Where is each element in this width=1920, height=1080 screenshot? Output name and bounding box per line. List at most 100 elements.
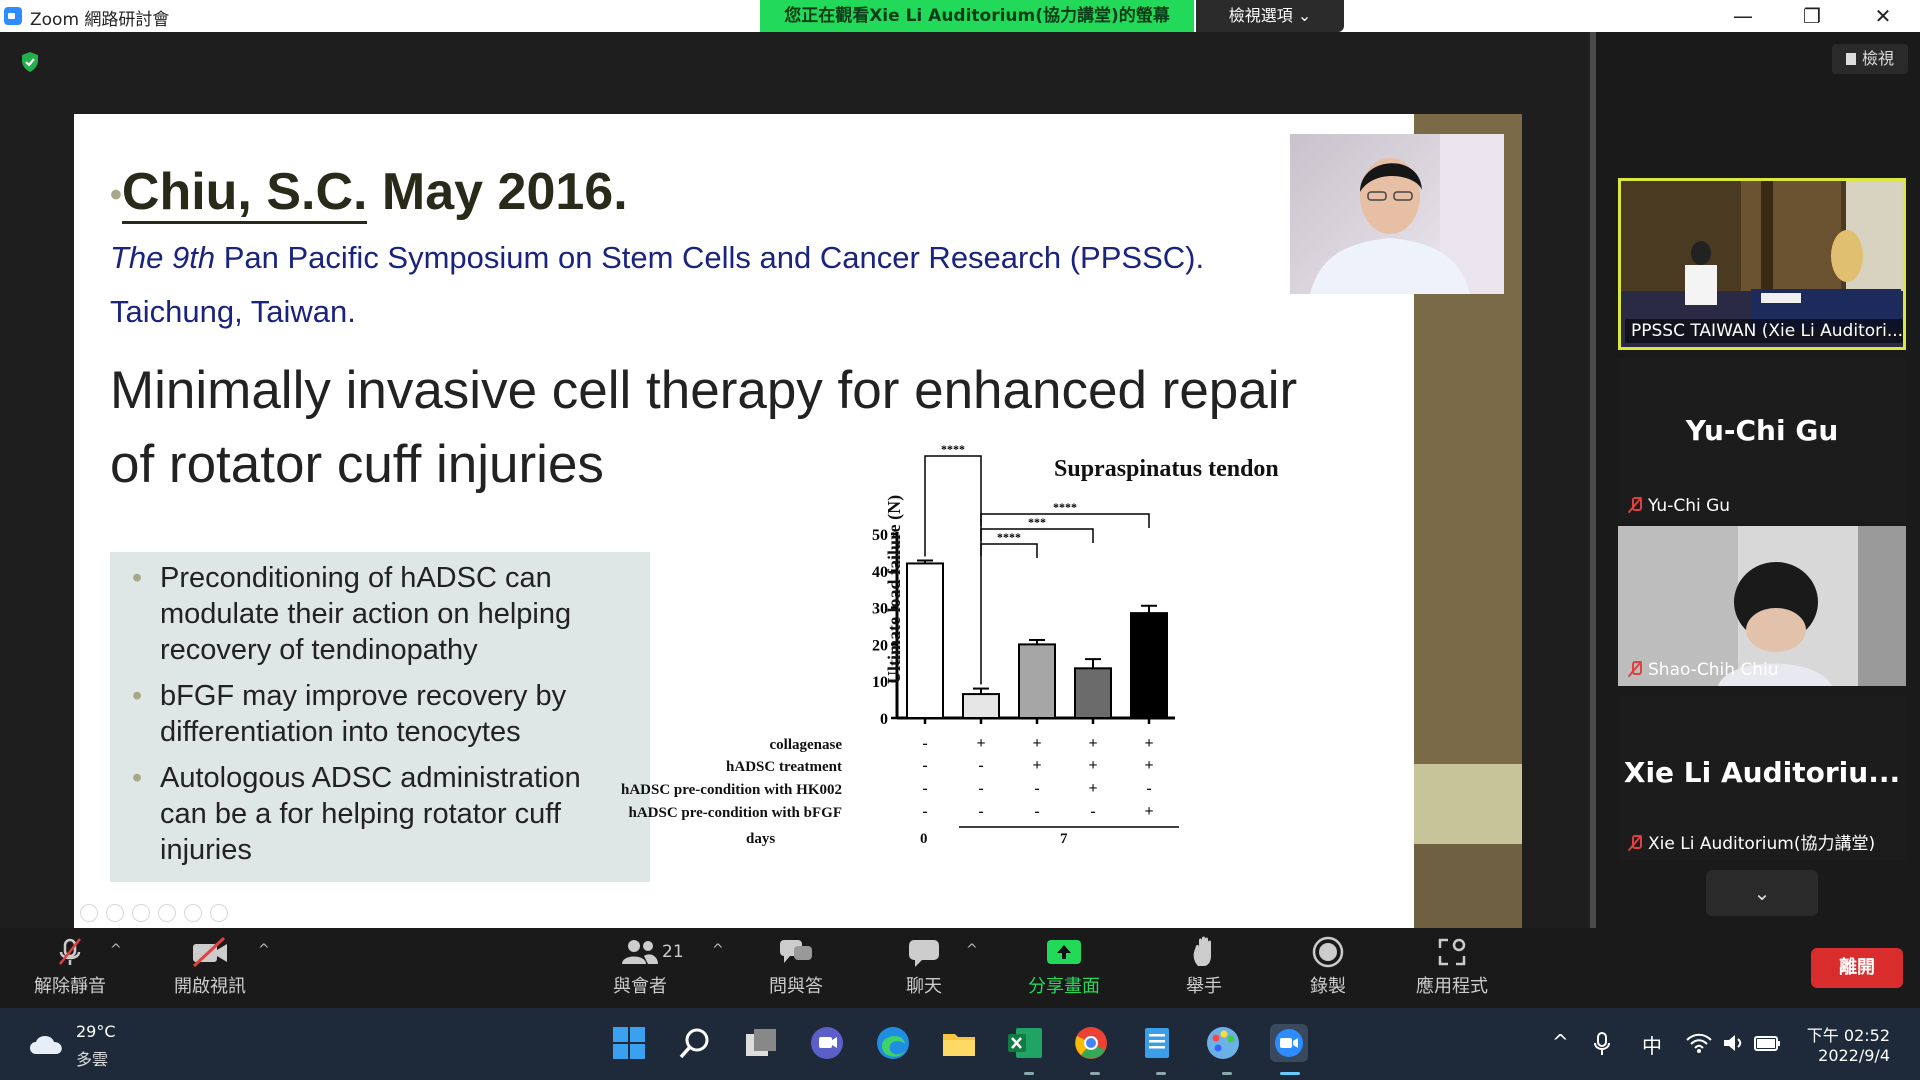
mic-muted-icon <box>1628 835 1642 851</box>
weather-temperature[interactable]: 29°C <box>76 1022 116 1041</box>
record-button[interactable]: 錄製 <box>1292 936 1364 1000</box>
qa-button[interactable]: 問與答 <box>758 936 834 1000</box>
zoom-logo-icon <box>4 7 22 25</box>
edge-browser-icon[interactable] <box>874 1024 912 1062</box>
finding-item: bFGF may improve recovery by differentia… <box>132 678 630 750</box>
chat-button[interactable]: 聊天 <box>886 936 962 1000</box>
day-value: 0 <box>920 831 928 847</box>
restore-button[interactable]: ❐ <box>1783 0 1841 32</box>
findings-box: Preconditioning of hADSC can modulate th… <box>110 552 650 882</box>
participant-tile-shao-chih-chiu[interactable]: Shao-Chih Chiu <box>1618 526 1906 686</box>
condition-value: - <box>1090 803 1096 820</box>
audio-options-caret[interactable]: ^ <box>110 942 122 958</box>
windows-start-icon[interactable] <box>610 1024 648 1062</box>
participants-icon <box>622 940 658 964</box>
minimize-button[interactable]: — <box>1714 0 1772 32</box>
slide-zoom-icon[interactable] <box>184 904 202 922</box>
condition-value: - <box>1034 780 1040 797</box>
condition-value: - <box>978 757 984 774</box>
day-value: 7 <box>1060 831 1068 847</box>
chart-bar <box>1130 612 1168 719</box>
participant-tile-xie-li-auditorium[interactable]: Xie Li Auditoriu... Xie Li Auditorium(協力… <box>1618 696 1906 860</box>
paint-icon[interactable] <box>1204 1024 1242 1062</box>
zoom-app-icon[interactable] <box>1270 1024 1308 1062</box>
meeting-toolbar: 解除靜音 ^ 開啟視訊 ^ 與會者 21 ^ 問與答 聊天 ^ 分享畫面 舉手 … <box>0 928 1920 1008</box>
chart-y-tick-label: 0 <box>880 711 888 728</box>
condition-value: + <box>1144 757 1154 774</box>
condition-value: + <box>1032 757 1042 774</box>
presentation-date: May 2016. <box>367 163 628 221</box>
security-shield-icon[interactable] <box>18 50 42 74</box>
teams-chat-icon[interactable] <box>808 1024 846 1062</box>
chart-significance-label: **** <box>997 530 1021 544</box>
chat-options-caret[interactable]: ^ <box>966 942 978 958</box>
clock-time[interactable]: 下午 02:52 <box>1806 1022 1890 1046</box>
chart-title: Supraspinatus tendon <box>1054 456 1279 482</box>
slide-more-icon[interactable] <box>210 904 228 922</box>
video-options-caret[interactable]: ^ <box>258 942 270 958</box>
participant-name: Xie Li Auditorium(協力講堂) <box>1648 834 1876 854</box>
chevron-up-icon[interactable]: ^ <box>1552 1030 1569 1054</box>
task-view-icon[interactable] <box>742 1024 780 1062</box>
participant-name: Yu-Chi Gu <box>1648 496 1731 516</box>
speaker-person-icon <box>1310 134 1504 294</box>
slide-controls[interactable] <box>80 904 236 924</box>
raise-hand-button[interactable]: 舉手 <box>1168 936 1240 1000</box>
view-options-button[interactable]: 檢視選項 ⌄ <box>1196 0 1344 32</box>
condition-value: - <box>978 780 984 797</box>
condition-label: hADSC treatment <box>726 759 842 775</box>
condition-value: - <box>922 757 928 774</box>
file-explorer-icon[interactable] <box>940 1024 978 1062</box>
gallery-view-button[interactable]: 檢視 <box>1832 44 1908 74</box>
participant-display-name: Yu-Chi Gu <box>1685 414 1839 447</box>
slide-heading: •Chiu, S.C. May 2016. <box>110 162 628 224</box>
condition-label: collagenase <box>769 737 843 753</box>
notepad-icon[interactable] <box>1138 1024 1176 1062</box>
mic-muted-icon <box>1628 661 1642 677</box>
bar-chart: 0 10 20 30 40 50 **** **** *** **** Supraspinatus… <box>621 444 1424 904</box>
participant-count-badge: 21 <box>662 942 684 962</box>
scroll-down-button[interactable]: ⌄ <box>1706 870 1818 916</box>
ime-indicator[interactable]: 中 <box>1642 1030 1662 1059</box>
weather-description[interactable]: 多雲 <box>76 1046 108 1070</box>
apps-button[interactable]: 應用程式 <box>1406 936 1498 1000</box>
condition-value: + <box>1088 780 1098 797</box>
wifi-icon[interactable] <box>1686 1032 1712 1054</box>
author-name: Chiu, S.C. <box>121 163 368 224</box>
leave-button[interactable]: 離開 <box>1811 948 1903 988</box>
weather-cloud-icon[interactable] <box>26 1028 66 1058</box>
chrome-icon[interactable] <box>1072 1024 1110 1062</box>
microphone-icon[interactable] <box>1594 1032 1610 1056</box>
video-off-icon <box>192 936 227 968</box>
chart-significance-bracket <box>980 543 1038 558</box>
unmute-button[interactable]: 解除靜音 <box>24 936 116 1000</box>
mic-muted-icon <box>59 938 81 965</box>
chart-bar <box>962 693 1000 720</box>
slide-pen-icon[interactable] <box>132 904 150 922</box>
clock-date[interactable]: 2022/9/4 <box>1806 1046 1890 1065</box>
view-layout-icon <box>1845 53 1856 65</box>
battery-icon[interactable] <box>1754 1032 1782 1054</box>
condition-value: - <box>978 803 984 820</box>
participant-tile-ppssc[interactable]: PPSSC TAIWAN (Xie Li Auditori... <box>1618 178 1906 350</box>
excel-icon[interactable] <box>1006 1024 1044 1062</box>
volume-icon[interactable] <box>1722 1032 1746 1054</box>
finding-item: Preconditioning of hADSC can modulate th… <box>132 560 630 668</box>
start-video-button[interactable]: 開啟視訊 <box>164 936 256 1000</box>
participants-options-caret[interactable]: ^ <box>712 942 724 958</box>
apps-icon <box>1438 938 1466 966</box>
participant-name: Shao-Chih Chiu <box>1648 660 1779 680</box>
share-screen-button[interactable]: 分享畫面 <box>1018 936 1110 1000</box>
condition-value: + <box>1032 735 1042 752</box>
participant-tile-yu-chi-gu[interactable]: Yu-Chi Gu Yu-Chi Gu <box>1618 358 1906 522</box>
close-button[interactable]: ✕ <box>1854 0 1912 32</box>
condition-value: + <box>1144 735 1154 752</box>
slide-prev-icon[interactable] <box>80 904 98 922</box>
slide-next-icon[interactable] <box>106 904 124 922</box>
slide-grid-icon[interactable] <box>158 904 176 922</box>
search-icon[interactable] <box>676 1024 714 1062</box>
conference-location: Taichung, Taiwan. <box>110 294 356 329</box>
chart-significance-label: *** <box>1028 515 1046 529</box>
days-label: days <box>746 831 776 847</box>
condition-value: - <box>1034 803 1040 820</box>
